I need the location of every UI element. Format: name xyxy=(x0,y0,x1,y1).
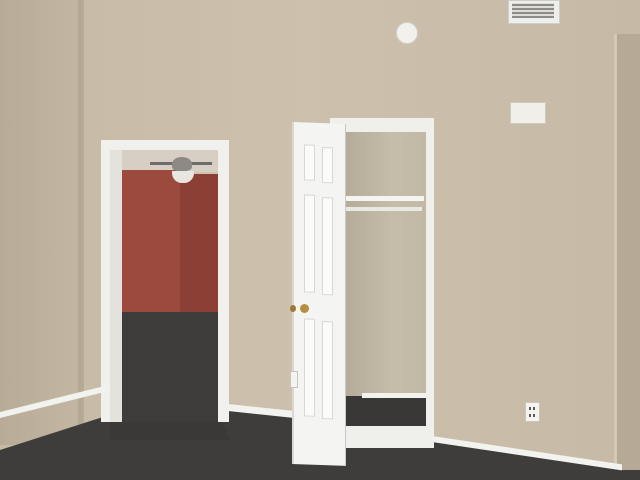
closet-interior[interactable] xyxy=(342,132,426,412)
next-room-carpet xyxy=(110,312,218,422)
door-panel xyxy=(322,147,333,184)
door-panel xyxy=(304,318,315,417)
outlet-slot xyxy=(529,407,531,410)
vent-slats xyxy=(512,3,554,18)
outlet-slot xyxy=(533,414,535,417)
closet-shelf xyxy=(344,196,424,201)
outlet-slot xyxy=(533,407,535,410)
red-accent-wall xyxy=(118,170,182,318)
ceiling-fan-icon xyxy=(172,157,192,171)
next-room-ceiling xyxy=(110,150,218,172)
door-panel xyxy=(304,194,315,293)
door-knob-back-icon xyxy=(290,305,296,312)
open-door-edge xyxy=(110,150,122,422)
red-accent-wall-side xyxy=(180,174,218,318)
closet-door[interactable] xyxy=(292,122,346,466)
power-outlet-icon xyxy=(525,402,540,422)
closet-baseboard xyxy=(362,393,426,398)
outlet-slot xyxy=(529,414,531,417)
doorway-opening[interactable] xyxy=(110,150,218,422)
wall-corner xyxy=(78,0,84,425)
smoke-detector-icon xyxy=(396,22,418,44)
closet-carpet xyxy=(342,396,426,426)
thermostat-icon xyxy=(510,102,546,124)
door-knob-icon[interactable] xyxy=(300,304,309,313)
door-panel xyxy=(322,321,333,420)
door-panel xyxy=(304,144,315,181)
wall-outlet-icon xyxy=(290,371,298,388)
closet-rod xyxy=(346,207,422,211)
room-photo xyxy=(0,0,640,480)
left-wall xyxy=(0,0,82,445)
door-panel xyxy=(322,197,333,296)
